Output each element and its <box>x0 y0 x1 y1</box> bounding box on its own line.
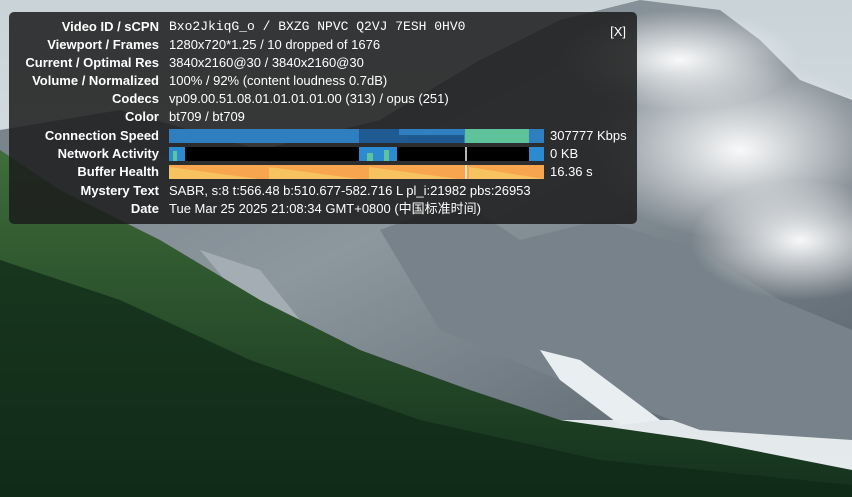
stat-row-network-activity: Network Activity 0 KB <box>9 145 637 163</box>
stat-label: Viewport / Frames <box>47 37 159 52</box>
stat-row-video-id: Video ID / sCPN Bxo2JkiqG_o / BXZG NPVC … <box>9 18 637 36</box>
stat-row-color: Color bt709 / bt709 <box>9 108 637 126</box>
connection-speed-value: 307777 Kbps <box>550 128 627 143</box>
stat-label: Video ID / sCPN <box>61 19 159 34</box>
stat-row-mystery-text: Mystery Text SABR, s:8 t:566.48 b:510.67… <box>9 182 637 200</box>
stat-value: 1280x720*1.25 / 10 dropped of 1676 <box>169 37 381 52</box>
stat-row-buffer-health: Buffer Health 16.36 s <box>9 163 637 181</box>
stat-value: 100% / 92% (content loudness 0.7dB) <box>169 73 388 88</box>
stat-label: Color <box>125 109 159 124</box>
network-activity-value: 0 KB <box>550 146 579 161</box>
stat-label: Current / Optimal Res <box>25 55 159 70</box>
stat-value: Bxo2JkiqG_o / BXZG NPVC Q2VJ 7ESH 0HV0 <box>169 19 466 34</box>
stat-row-codecs: Codecs vp09.00.51.08.01.01.01.01.00 (313… <box>9 90 637 108</box>
stat-row-connection-speed: Connection Speed 307777 Kbps <box>9 127 637 145</box>
stat-label: Codecs <box>112 91 159 106</box>
stat-label: Connection Speed <box>44 128 159 143</box>
stat-row-resolution: Current / Optimal Res 3840x2160@30 / 384… <box>9 54 637 72</box>
buffer-health-value: 16.36 s <box>550 164 593 179</box>
stat-label: Volume / Normalized <box>32 73 159 88</box>
stat-label: Mystery Text <box>80 183 159 198</box>
stat-row-date: Date Tue Mar 25 2025 21:08:34 GMT+0800 (… <box>9 200 637 218</box>
connection-speed-graph <box>169 129 544 143</box>
stat-value: bt709 / bt709 <box>169 109 245 124</box>
stat-value: SABR, s:8 t:566.48 b:510.677-582.716 L p… <box>169 183 531 198</box>
stat-label: Date <box>130 201 159 216</box>
stat-row-viewport: Viewport / Frames 1280x720*1.25 / 10 dro… <box>9 36 637 54</box>
stat-value: 3840x2160@30 / 3840x2160@30 <box>169 55 364 70</box>
stat-label: Buffer Health <box>77 164 159 179</box>
network-activity-graph <box>169 147 544 161</box>
buffer-health-graph <box>169 165 544 179</box>
stat-value: vp09.00.51.08.01.01.01.01.00 (313) / opu… <box>169 91 449 106</box>
stat-label: Network Activity <box>57 146 159 161</box>
stat-value: Tue Mar 25 2025 21:08:34 GMT+0800 (中国标准时… <box>169 201 482 216</box>
stats-for-nerds-panel: [X] Video ID / sCPN Bxo2JkiqG_o / BXZG N… <box>9 12 637 224</box>
stat-row-volume: Volume / Normalized 100% / 92% (content … <box>9 72 637 90</box>
